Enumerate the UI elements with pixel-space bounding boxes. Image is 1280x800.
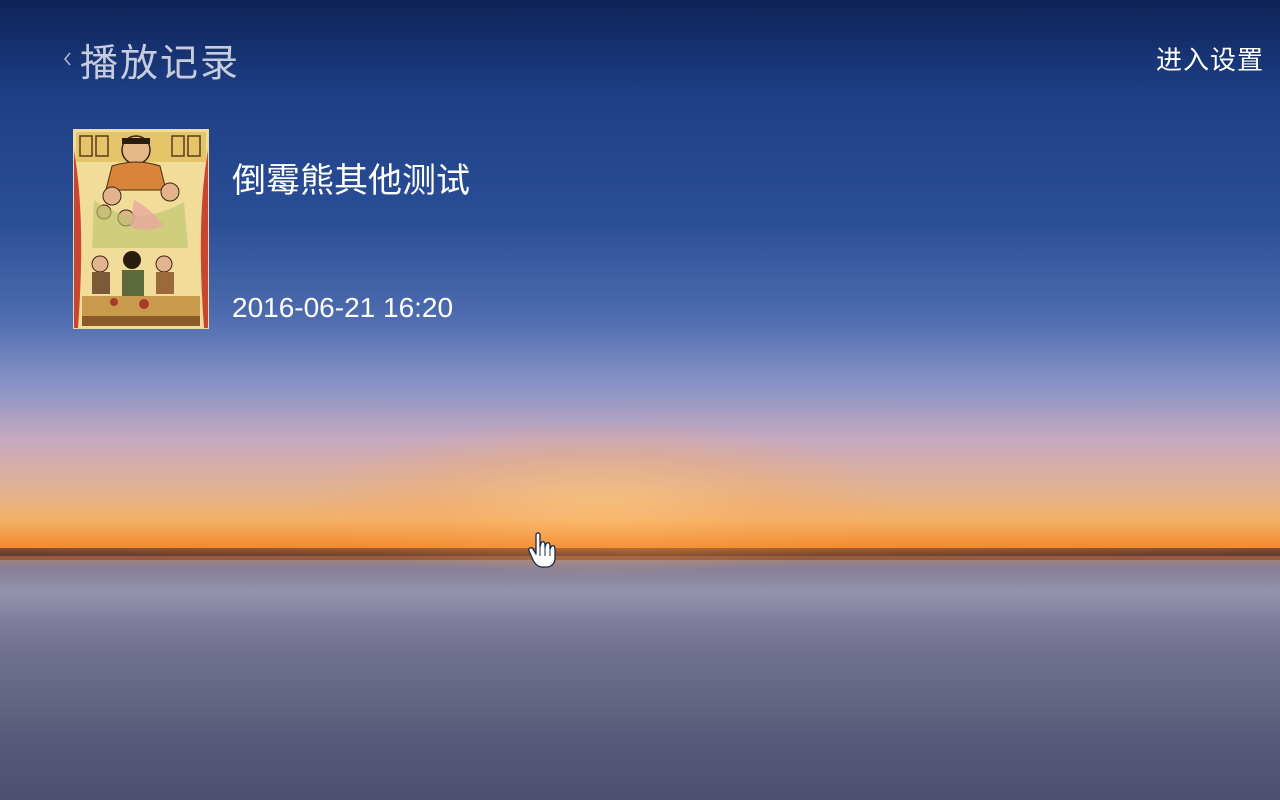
chevron-left-icon [60,44,76,74]
history-item-timestamp: 2016-06-21 16:20 [232,292,454,323]
history-list-item[interactable]: 倒霉熊其他测试 2016-06-21 16:20 [73,129,573,329]
hand-pointer-icon [527,532,557,568]
sunset-glow [300,420,900,580]
header-bar: 播放记录 进入设置 [0,0,1280,110]
movie-poster-thumbnail-icon [74,130,208,328]
page-title: 播放记录 [80,40,241,85]
back-button[interactable]: 播放记录 [60,34,241,85]
history-item-title: 倒霉熊其他测试 [232,161,470,201]
play-history-screen: 播放记录 进入设置 倒霉熊其他测试 2016-06-21 16:20 [0,0,1280,800]
enter-settings-button[interactable]: 进入设置 [1156,40,1264,77]
water-sheen [0,560,1280,620]
horizon-line [0,548,1280,556]
poster-thumbnail [73,129,209,329]
